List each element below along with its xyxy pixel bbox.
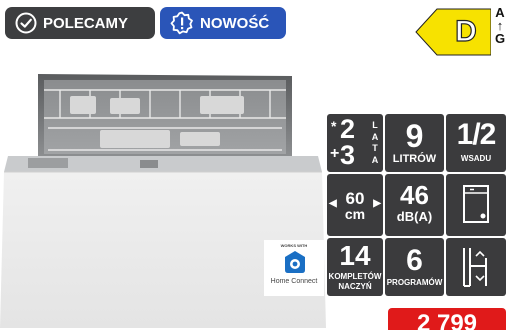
energy-scale: A ↑ G (493, 6, 507, 45)
noise-unit: dB(A) (396, 209, 433, 224)
home-connect-badge: WORKS WITH Home Connect (264, 240, 324, 296)
warranty-tile: * 2 + 3 LATA (327, 114, 383, 172)
width-unit: cm (344, 206, 366, 222)
dishwasher-type-tile (446, 174, 506, 236)
check-circle-icon (15, 12, 37, 34)
programs-value: 6 (406, 244, 423, 277)
recommended-badge: POLECAMY (5, 7, 155, 39)
home-connect-icon (285, 251, 305, 273)
water-value: 9 (405, 118, 424, 154)
programs-tile: 6 PROGRAMÓW (385, 238, 444, 296)
home-connect-label: Home Connect (270, 278, 318, 285)
dishwasher-icon (463, 185, 489, 223)
warranty-extra-years: 3 (340, 140, 356, 170)
place-settings-unit-2: NACZYŃ (338, 282, 372, 291)
half-load-tile: 1/2 WSADU (446, 114, 506, 172)
half-load-unit: WSADU (460, 154, 492, 163)
noise-value: 46 (400, 180, 429, 210)
water-unit: LITRÓW (392, 153, 437, 165)
place-settings-tile: 14 KOMPLETÓW NACZYŃ (327, 238, 383, 296)
warranty-plus: + (330, 145, 340, 162)
new-badge: NOWOŚĆ (160, 7, 286, 39)
works-with-label: WORKS WITH (280, 243, 308, 248)
noise-tile: 46 dB(A) (385, 174, 444, 236)
programs-unit: PROGRAMÓW (386, 278, 443, 287)
energy-scale-bottom: G (494, 31, 506, 46)
new-label: NOWOŚĆ (200, 14, 270, 32)
warranty-asterisk: * (331, 118, 337, 134)
width-tile: ◀ 60 cm ▶ (327, 174, 383, 236)
rail-system-tile (446, 238, 506, 296)
price-tag[interactable]: 2 799 (388, 308, 506, 330)
energy-class-label[interactable]: D (415, 7, 492, 57)
price-value: 2 799 (416, 310, 478, 330)
place-settings-value: 14 (339, 240, 371, 271)
water-consumption-tile: 9 LITRÓW (385, 114, 444, 172)
half-load-value: 1/2 (456, 118, 497, 151)
arrow-right-icon: ▶ (373, 198, 381, 209)
warranty-unit: LATA (371, 120, 379, 165)
alert-icon (170, 11, 193, 35)
rail-icon (463, 248, 487, 287)
place-settings-unit-1: KOMPLETÓW (328, 272, 382, 281)
recommended-label: POLECAMY (43, 14, 129, 32)
warranty-base-years: 2 (340, 114, 356, 144)
energy-class-letter: D (455, 14, 478, 48)
